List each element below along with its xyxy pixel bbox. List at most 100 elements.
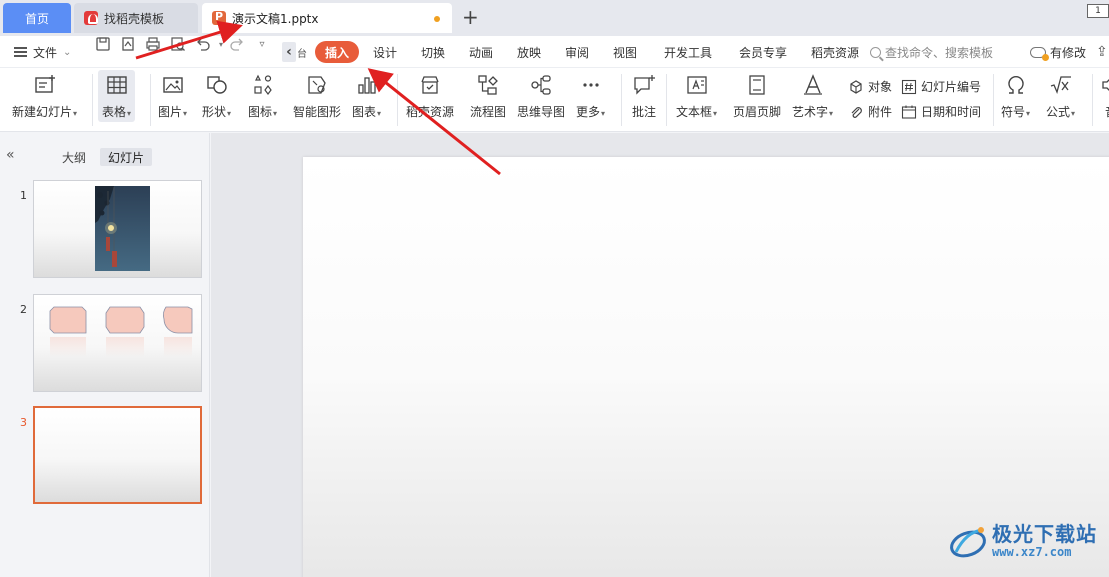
object-icon — [850, 79, 862, 94]
slide-number: 2 — [20, 303, 27, 316]
slide-thumbnail-1[interactable] — [33, 180, 202, 278]
ribbon-divider — [92, 74, 93, 126]
ribbon-divider — [150, 74, 151, 126]
slide-thumbnail-2[interactable] — [33, 294, 202, 392]
menu-transition[interactable]: 切换 — [421, 36, 445, 68]
header-footer-label: 页眉页脚 — [733, 105, 782, 119]
icon-library-button[interactable]: 图标 — [248, 72, 277, 120]
header-footer-icon — [744, 72, 770, 98]
slide-number-button[interactable]: 幻灯片编号 — [901, 78, 981, 95]
wordart-label: 艺术字 — [792, 103, 833, 120]
save-icon[interactable] — [94, 36, 112, 52]
picture-button[interactable]: 图片 — [158, 72, 187, 120]
shape-button[interactable]: 形状 — [202, 72, 231, 120]
undo-icon[interactable] — [194, 36, 212, 52]
menu-review[interactable]: 审阅 — [565, 36, 589, 68]
audio-label: 音 — [1105, 103, 1109, 120]
hamburger-icon — [14, 47, 27, 57]
search-placeholder: 查找命令、搜索模板 — [885, 45, 994, 60]
slides-panel: « 大纲 幻灯片 1 2 3 — [0, 133, 210, 577]
ribbon-divider — [993, 74, 994, 126]
tab-home[interactable]: 首页 — [3, 3, 71, 33]
redo-icon[interactable] — [228, 36, 246, 52]
daoke-resources-button[interactable]: 稻壳资源 — [406, 72, 454, 120]
file-menu[interactable]: 文件 ⌄ — [14, 36, 71, 68]
more-button[interactable]: 更多 — [576, 72, 605, 120]
flowchart-button[interactable]: 流程图 — [470, 72, 506, 120]
tab-document[interactable]: 演示文稿1.pptx — [202, 3, 452, 33]
cloud-changes-label: 有修改 — [1050, 45, 1087, 60]
menu-developer[interactable]: 开发工具 — [664, 36, 712, 68]
header-footer-button[interactable]: 页眉页脚 — [733, 72, 781, 120]
chart-icon — [354, 72, 380, 98]
smartart-button[interactable]: 智能图形 — [293, 72, 341, 120]
wordart-button[interactable]: 艺术字 — [792, 72, 833, 120]
comment-label: 批注 — [631, 105, 656, 119]
flowchart-icon — [475, 72, 501, 98]
flowchart-label: 流程图 — [470, 105, 507, 119]
ribbon-divider — [666, 74, 667, 126]
slide-editor[interactable] — [303, 157, 1109, 577]
smartart-icon — [304, 72, 330, 98]
ribbon-divider — [621, 74, 622, 126]
share-icon[interactable]: ⇪ — [1096, 36, 1108, 68]
menu-partial-item[interactable]: 台 — [297, 36, 307, 68]
chart-label: 图表 — [352, 103, 381, 120]
collapse-panel-button[interactable]: « — [6, 147, 15, 163]
slide-thumbnail-3[interactable] — [33, 406, 202, 504]
icon-library-label: 图标 — [248, 103, 277, 120]
ppt-file-icon — [212, 10, 226, 25]
menu-insert[interactable]: 插入 — [315, 41, 359, 63]
textbox-icon — [684, 72, 710, 98]
command-search[interactable]: 查找命令、搜索模板 — [870, 36, 993, 68]
textbox-button[interactable]: 文本框 — [676, 72, 717, 120]
table-icon — [104, 72, 130, 98]
night-photo-image — [95, 186, 150, 271]
print-icon[interactable] — [144, 36, 162, 52]
datetime-button[interactable]: 日期和时间 — [901, 103, 981, 120]
chart-button[interactable]: 图表 — [352, 72, 381, 120]
export-pdf-icon[interactable] — [119, 36, 137, 52]
shapes-illustration — [49, 306, 193, 357]
tab-templates[interactable]: 找稻壳模板 — [74, 3, 198, 33]
slide-number: 3 — [20, 416, 27, 429]
attachment-button[interactable]: 附件 — [848, 103, 892, 120]
daoke-resources-label: 稻壳资源 — [406, 105, 455, 119]
menu-design[interactable]: 设计 — [373, 36, 397, 68]
mindmap-button[interactable]: 思维导图 — [517, 72, 565, 120]
formula-button[interactable]: 公式 — [1046, 72, 1075, 120]
smartart-label: 智能图形 — [293, 105, 342, 119]
cloud-icon — [1030, 46, 1049, 61]
window-switch-button[interactable]: 1 — [1087, 4, 1109, 18]
audio-button[interactable]: 音 — [1098, 72, 1109, 120]
picture-label: 图片 — [158, 103, 187, 120]
cloud-changes-button[interactable]: 有修改 — [1030, 36, 1086, 68]
unsaved-dot-icon — [434, 16, 440, 22]
symbol-button[interactable]: 符号 — [1001, 72, 1030, 120]
audio-icon — [1098, 72, 1109, 98]
picture-icon — [160, 72, 186, 98]
menu-slideshow[interactable]: 放映 — [517, 36, 541, 68]
table-button[interactable]: 表格 — [98, 70, 136, 122]
print-preview-icon[interactable] — [169, 36, 187, 52]
menu-scroll-left-button[interactable]: ‹ — [282, 42, 296, 62]
tab-outline[interactable]: 大纲 — [54, 148, 94, 166]
tab-document-label: 演示文稿1.pptx — [232, 11, 319, 26]
menu-view[interactable]: 视图 — [613, 36, 637, 68]
menu-animation[interactable]: 动画 — [469, 36, 493, 68]
tab-slides[interactable]: 幻灯片 — [100, 148, 153, 166]
paperclip-icon — [851, 106, 862, 118]
new-tab-button[interactable]: + — [462, 6, 479, 28]
comment-button[interactable]: 批注 — [631, 72, 657, 120]
symbol-label: 符号 — [1001, 103, 1030, 120]
search-icon — [870, 46, 881, 58]
daoke-logo-icon — [84, 11, 98, 25]
tab-bar: 首页 找稻壳模板 演示文稿1.pptx + 1 — [0, 0, 1109, 36]
object-button[interactable]: 对象 — [848, 78, 892, 95]
menu-member[interactable]: 会员专享 — [739, 36, 787, 68]
new-slide-button[interactable]: 新建幻灯片 — [12, 72, 77, 120]
more-quick-access-icon[interactable]: ▿ — [253, 36, 271, 52]
menu-daoke-resources[interactable]: 稻壳资源 — [811, 36, 859, 68]
ribbon-divider — [1092, 74, 1093, 126]
comment-icon — [631, 72, 657, 98]
